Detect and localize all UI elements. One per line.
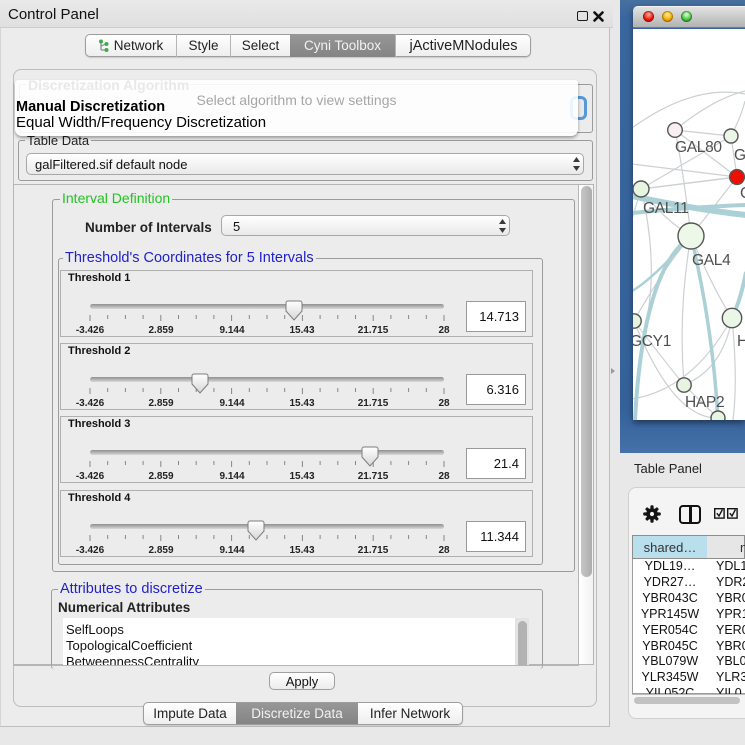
- svg-text:H: H: [737, 333, 745, 350]
- svg-text:G: G: [734, 147, 745, 164]
- svg-text:GAL11: GAL11: [643, 200, 689, 217]
- svg-text:GAL4: GAL4: [692, 252, 731, 269]
- svg-text:GAL80: GAL80: [675, 139, 722, 156]
- svg-text:C: C: [740, 185, 745, 202]
- svg-text:GCY1: GCY1: [633, 333, 671, 350]
- svg-text:HAP2: HAP2: [685, 394, 724, 411]
